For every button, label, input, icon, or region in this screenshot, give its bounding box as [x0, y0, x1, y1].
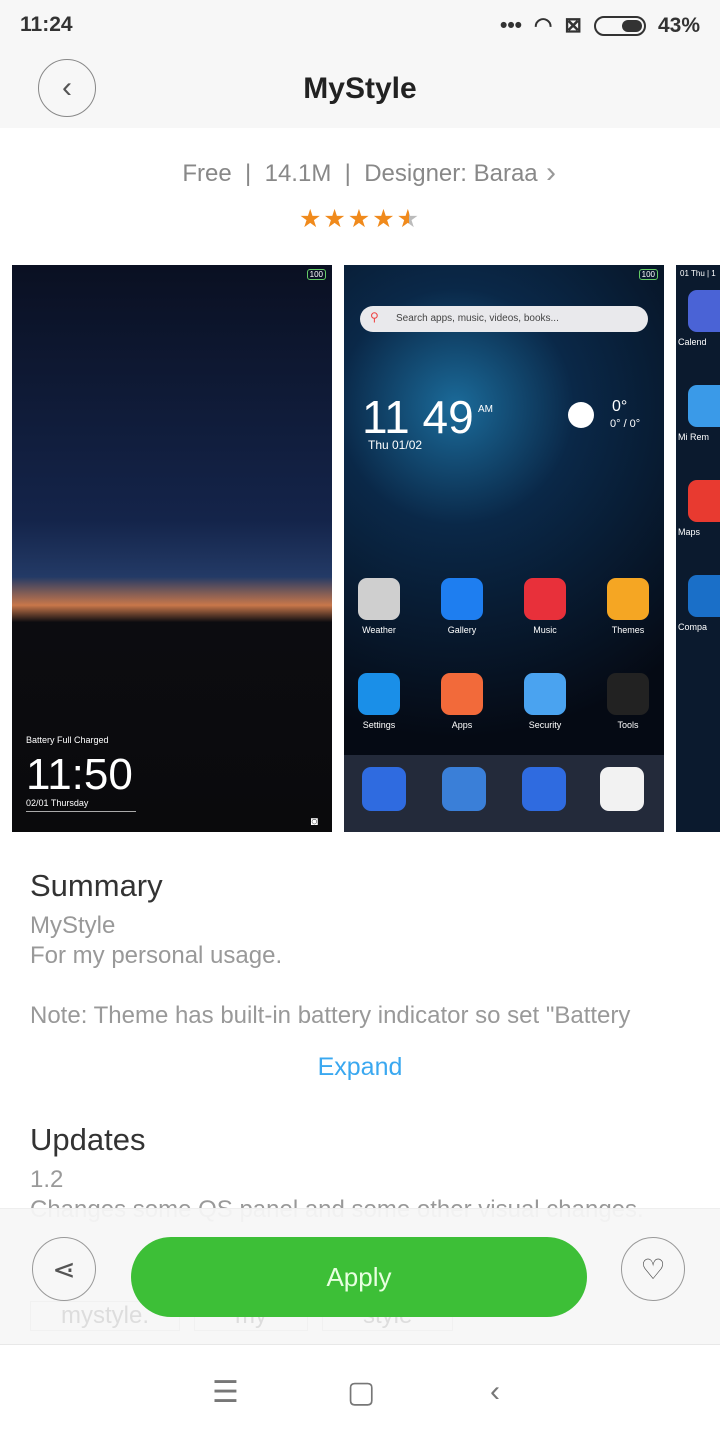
app-label: Security [528, 720, 562, 730]
share-button[interactable]: ⋖ [32, 1237, 96, 1301]
status-time: 11:24 [20, 13, 73, 36]
navigation-bar: ☰ ▢ ‹ [0, 1344, 720, 1440]
screenshot-lockscreen[interactable]: 100 Battery Full Charged 11:50 02/01 Thu… [12, 265, 332, 832]
back-nav-icon[interactable]: ‹ [490, 1375, 500, 1409]
app-label: Gallery [447, 625, 477, 635]
search-bar: ⚲ Search apps, music, videos, books... [360, 306, 648, 332]
app-label: Themes [611, 625, 645, 635]
page-title: MyStyle [303, 72, 417, 105]
screenshot-homescreen[interactable]: 100 ⚲ Search apps, music, videos, books..… [344, 265, 664, 832]
home-clock: 11 49 [362, 391, 474, 443]
action-bar: mystyle. my style ⋖ Apply ♡ [0, 1208, 720, 1344]
app-item: Compa [678, 575, 720, 632]
designer: Designer: Baraa [364, 160, 538, 187]
app-label: Calend [678, 337, 707, 347]
summary-title: Summary [30, 868, 163, 903]
third-header: 01 Thu | 1 [680, 269, 716, 278]
app-label: Music [533, 625, 557, 635]
app-item: Calend [678, 290, 720, 347]
app-label: Tools [617, 720, 639, 730]
home-temp-range: 0° / 0° [610, 418, 641, 430]
favorite-button[interactable]: ♡ [621, 1237, 685, 1301]
battery-icon [593, 15, 646, 36]
messages-icon [522, 767, 566, 811]
summary-note: Note: Theme has built-in battery indicat… [30, 1002, 631, 1029]
share-icon: ⋖ [52, 1253, 76, 1285]
screenshot-third[interactable]: 01 Thu | 1 Calend Mi Rem Maps Compa [676, 265, 720, 832]
home-temp: 0° [612, 398, 628, 415]
app-item: Maps [678, 480, 720, 537]
app-icon [688, 480, 720, 522]
app-label: Mi Rem [678, 432, 709, 442]
updates-version: 1.2 [30, 1166, 64, 1193]
app-themes: Themes [593, 578, 663, 635]
lock-date: 02/01 Thursday [26, 798, 136, 812]
apply-button[interactable]: Apply [131, 1237, 587, 1317]
app-tools: Tools [593, 673, 663, 730]
home-date: Thu 01/02 [368, 438, 423, 452]
search-placeholder: Search apps, music, videos, books... [396, 313, 559, 324]
app-label: Settings [362, 720, 396, 730]
camera-icon: ◙ [310, 814, 318, 828]
app-icon [441, 673, 483, 715]
home-icon[interactable]: ▢ [347, 1375, 375, 1410]
app-weather: Weather [344, 578, 414, 635]
menu-icon[interactable]: ☰ [212, 1375, 239, 1410]
header: ‹ MyStyle [0, 50, 720, 128]
app-icon [688, 385, 720, 427]
battery-badge: 100 [638, 269, 658, 280]
battery-badge: 100 [306, 269, 326, 280]
updates-title: Updates [30, 1122, 146, 1157]
file-size: 14.1M [264, 160, 332, 187]
app-label: Apps [451, 720, 473, 730]
app-gallery: Gallery [427, 578, 497, 635]
status-bar: 11:24 ••• ◠ ⊠ 43% [0, 0, 720, 50]
app-icon [688, 290, 720, 332]
phone-icon [362, 767, 406, 811]
battery-percent: 43% [657, 13, 700, 37]
app-apps: Apps [427, 673, 497, 730]
app-label: Maps [678, 527, 701, 537]
app-icon [524, 578, 566, 620]
summary-name: MyStyle [30, 912, 116, 939]
app-icon [358, 578, 400, 620]
app-settings: Settings [344, 673, 414, 730]
app-item: Mi Rem [678, 385, 720, 442]
dock [344, 755, 664, 832]
app-icon [607, 578, 649, 620]
app-security: Security [510, 673, 580, 730]
sun-icon [568, 402, 594, 428]
wifi-icon: ◠ [534, 14, 553, 37]
rating-stars: ★★★★★ [298, 205, 422, 233]
heart-icon: ♡ [640, 1253, 666, 1285]
no-sim-icon: ⊠ [564, 14, 582, 37]
price: Free [182, 160, 232, 187]
app-label: Compa [678, 622, 708, 632]
app-icon [524, 673, 566, 715]
chrome-icon [600, 767, 644, 811]
more-dots-icon: ••• [499, 13, 523, 37]
expand-link[interactable]: Expand [0, 1053, 720, 1082]
app-label: Weather [362, 625, 396, 635]
app-icon [607, 673, 649, 715]
app-icon [358, 673, 400, 715]
chevron-right-icon: › [546, 156, 556, 189]
app-icon [688, 575, 720, 617]
summary-text: For my personal usage. [30, 942, 283, 969]
lock-notice: Battery Full Charged [26, 735, 109, 745]
search-icon: ⚲ [370, 310, 379, 324]
theme-meta[interactable]: Free | 14.1M | Designer: Baraa › [0, 156, 720, 189]
lock-clock: 11:50 [26, 750, 133, 799]
browser-icon [442, 767, 486, 811]
app-music: Music [510, 578, 580, 635]
app-icon [441, 578, 483, 620]
home-ampm: AM [478, 404, 493, 415]
